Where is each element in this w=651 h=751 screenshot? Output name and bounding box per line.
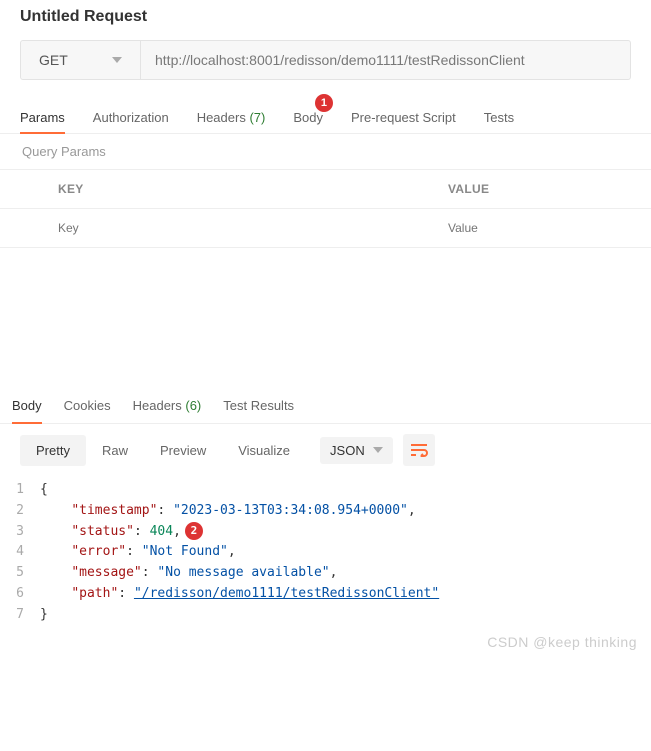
http-method-value: GET	[39, 52, 68, 68]
tab-params[interactable]: Params	[20, 102, 65, 133]
format-selector[interactable]: JSON	[320, 437, 393, 464]
http-method-selector[interactable]: GET	[21, 41, 141, 79]
resp-tab-body[interactable]: Body	[12, 388, 42, 423]
response-body: 1{ 2 "timestamp": "2023-03-13T03:34:08.9…	[0, 476, 651, 630]
json-key: "error"	[71, 544, 126, 559]
param-key-input[interactable]	[58, 221, 412, 235]
resp-headers-count: (6)	[185, 398, 201, 413]
annotation-badge-1: 1	[315, 94, 333, 112]
resp-tab-tests[interactable]: Test Results	[223, 388, 294, 423]
url-bar: GET	[20, 40, 631, 80]
line-number: 6	[0, 584, 40, 605]
tab-headers-label: Headers	[197, 110, 250, 125]
json-string: "Not Found"	[142, 544, 228, 559]
resp-headers-label: Headers	[133, 398, 186, 413]
json-key: "path"	[71, 586, 118, 601]
tab-body-label: Body	[293, 110, 323, 125]
chevron-down-icon	[373, 447, 383, 453]
url-input[interactable]	[141, 41, 630, 79]
line-number: 5	[0, 563, 40, 584]
json-key: "status"	[71, 524, 134, 539]
tab-prerequest[interactable]: Pre-request Script	[351, 102, 456, 133]
line-number: 4	[0, 542, 40, 563]
json-key: "timestamp"	[71, 503, 157, 518]
tab-headers[interactable]: Headers (7)	[197, 102, 266, 133]
key-header: KEY	[0, 170, 430, 208]
resp-tab-cookies[interactable]: Cookies	[64, 388, 111, 423]
value-header: VALUE	[430, 170, 651, 208]
table-row	[0, 209, 651, 248]
view-visualize[interactable]: Visualize	[222, 435, 306, 466]
tab-authorization[interactable]: Authorization	[93, 102, 169, 133]
response-tabs: Body Cookies Headers (6) Test Results	[0, 388, 651, 424]
json-number: 404	[150, 524, 173, 539]
request-tabs: Params Authorization Headers (7) Body 1 …	[0, 102, 651, 134]
json-string: "No message available"	[157, 565, 329, 580]
table-header-row: KEY VALUE	[0, 170, 651, 209]
wrap-icon	[410, 443, 428, 457]
json-path-link[interactable]: "/redisson/demo1111/testRedissonClient"	[134, 586, 439, 601]
annotation-badge-2: 2	[185, 522, 203, 540]
json-key: "message"	[71, 565, 141, 580]
watermark: CSDN @keep thinking	[0, 630, 651, 654]
resp-tab-headers[interactable]: Headers (6)	[133, 388, 202, 423]
param-value-input[interactable]	[448, 221, 633, 235]
response-view-bar: Pretty Raw Preview Visualize JSON	[0, 424, 651, 476]
line-number: 3	[0, 522, 40, 543]
request-title: Untitled Request	[0, 0, 651, 40]
tab-headers-count: (7)	[249, 110, 265, 125]
view-pretty[interactable]: Pretty	[20, 435, 86, 466]
line-number: 1	[0, 480, 40, 501]
query-params-title: Query Params	[0, 134, 651, 169]
view-preview[interactable]: Preview	[144, 435, 222, 466]
tab-tests[interactable]: Tests	[484, 102, 514, 133]
tab-body[interactable]: Body 1	[293, 102, 323, 133]
json-string: "2023-03-13T03:34:08.954+0000"	[173, 503, 408, 518]
wrap-lines-button[interactable]	[403, 434, 435, 466]
view-raw[interactable]: Raw	[86, 435, 144, 466]
json-brace: }	[40, 607, 48, 622]
line-number: 7	[0, 605, 40, 626]
format-value: JSON	[330, 443, 365, 458]
line-number: 2	[0, 501, 40, 522]
json-brace: {	[40, 482, 48, 497]
chevron-down-icon	[112, 57, 122, 63]
query-params-table: KEY VALUE	[0, 169, 651, 248]
